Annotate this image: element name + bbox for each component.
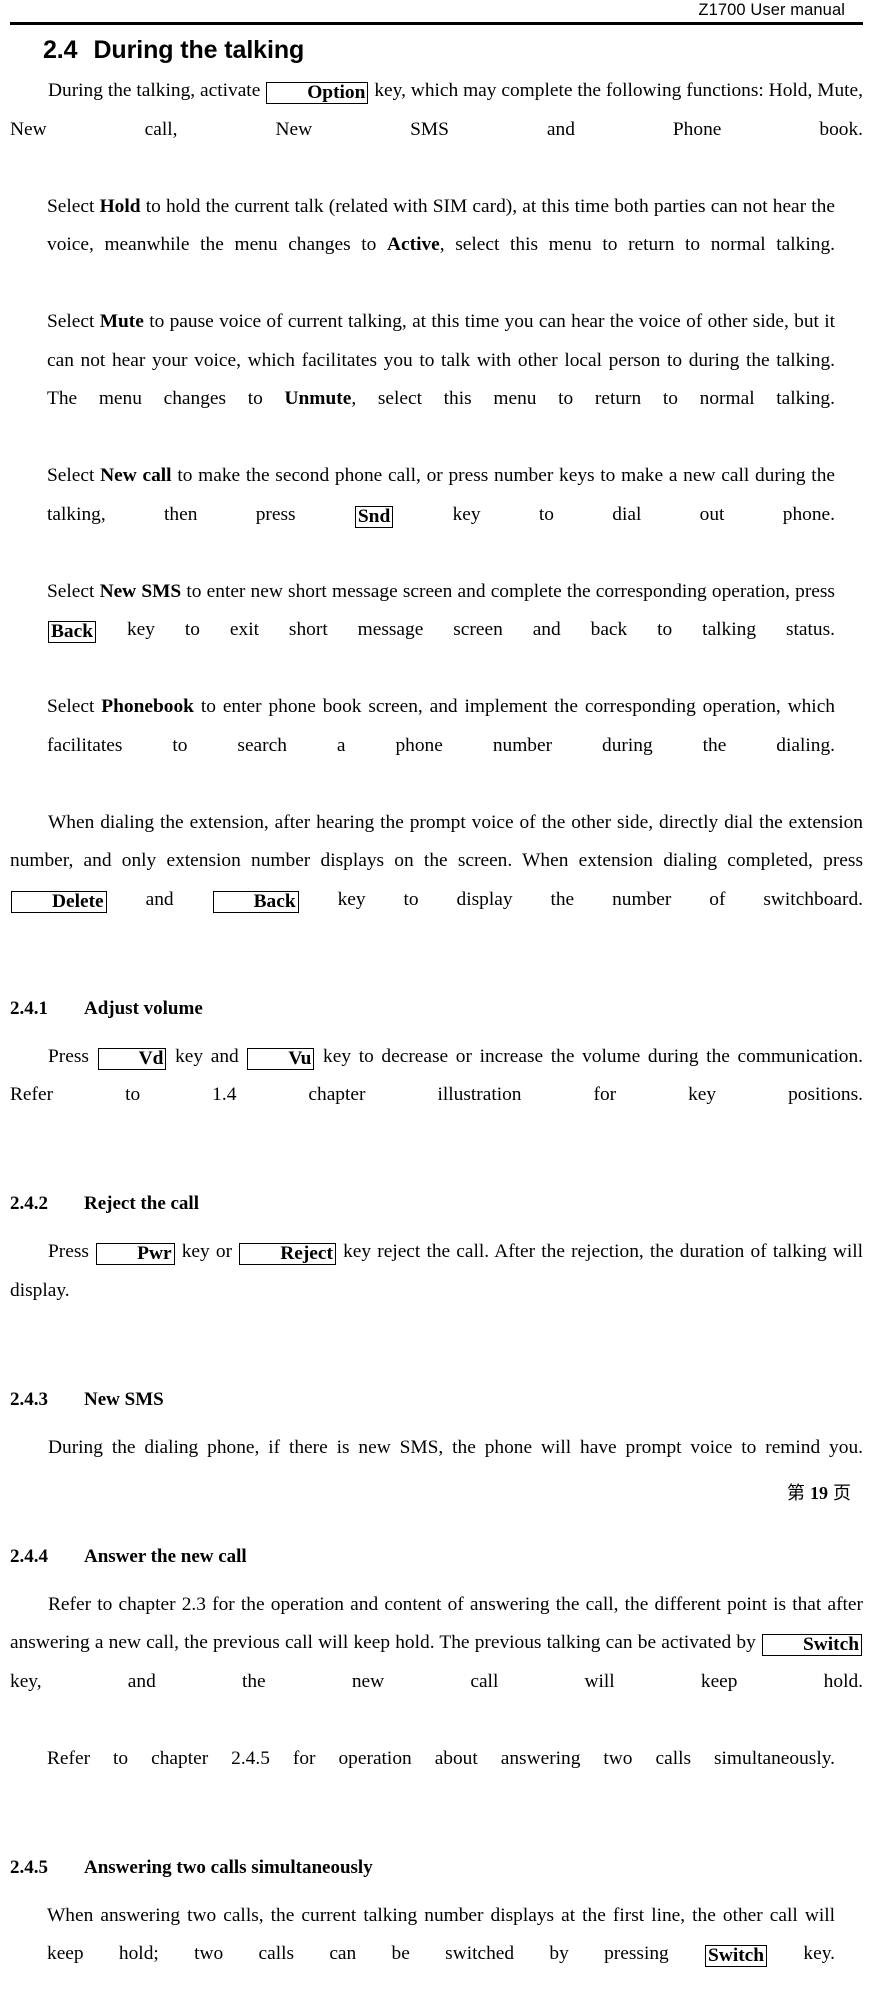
paragraph-mute: Select Mute to pause voice of current ta… — [47, 303, 835, 457]
paragraph-intro: During the talking, activate Option key,… — [10, 72, 863, 188]
subsection-number-2-4-1: 2.4.1 — [10, 996, 84, 1022]
subsection-title-2-4-5: Answering two calls simultaneously — [84, 1857, 373, 1878]
footer-page-number: 19 — [810, 1483, 828, 1503]
paragraph-phonebook: Select Phonebook to enter phone book scr… — [47, 688, 835, 804]
paragraph-new-call: Select New call to make the second phone… — [47, 457, 835, 573]
term-hold: Hold — [100, 196, 141, 217]
subsection-title-2-4-4: Answer the new call — [84, 1546, 247, 1567]
new-sms-lead: Select — [47, 581, 94, 602]
paragraph-new-sms: Select New SMS to enter new short messag… — [47, 573, 835, 689]
term-new-call: New call — [100, 465, 171, 486]
key-vd: Vd — [98, 1048, 167, 1070]
running-header-title: Z1700 User manual — [698, 1, 845, 19]
spacer — [10, 1881, 863, 1897]
subsection-title-2-4-2: Reject the call — [84, 1193, 199, 1214]
key-option: Option — [266, 82, 368, 104]
running-header: Z1700 User manual — [10, 0, 863, 22]
subsection-heading-2-4-2: 2.4.2Reject the call — [10, 1191, 863, 1217]
document-page: Z1700 User manual 2.4During the talking … — [0, 0, 873, 1511]
footer-prefix: 第 — [787, 1483, 805, 1504]
subsection-title-2-4-3: New SMS — [84, 1389, 164, 1410]
reject-call-text-mid: key or — [182, 1241, 232, 1262]
key-pwr: Pwr — [96, 1243, 174, 1265]
spacer — [10, 1349, 863, 1387]
subsection-title-2-4-1: Adjust volume — [84, 998, 203, 1019]
key-back-sms: Back — [48, 621, 96, 643]
two-calls-text-part2: key. — [803, 1943, 835, 1964]
subsection-number-2-4-4: 2.4.4 — [10, 1544, 84, 1570]
key-reject: Reject — [239, 1243, 336, 1265]
paragraph-hold: Select Hold to hold the current talk (re… — [47, 188, 835, 304]
term-mute: Mute — [100, 311, 144, 332]
key-switch-answer: Switch — [762, 1634, 862, 1656]
subsection-heading-2-4-1: 2.4.1Adjust volume — [10, 996, 863, 1022]
adjust-volume-text-mid: key and — [175, 1046, 239, 1067]
footer-suffix: 页 — [833, 1483, 851, 1504]
mute-lead: Select — [47, 311, 94, 332]
paragraph-answer-new-call: Refer to chapter 2.3 for the operation a… — [10, 1586, 863, 1740]
subsection-number-2-4-3: 2.4.3 — [10, 1387, 84, 1413]
paragraph-adjust-volume: Press Vd key and Vu key to decrease or i… — [10, 1038, 863, 1154]
key-vu: Vu — [247, 1048, 314, 1070]
subsection-heading-2-4-4: 2.4.4Answer the new call — [10, 1544, 863, 1570]
spacer — [10, 1022, 863, 1038]
reject-call-text-part1: Press — [48, 1241, 89, 1262]
new-sms-notify-text: During the dialing phone, if there is ne… — [48, 1437, 863, 1458]
adjust-volume-text-part1: Press — [48, 1046, 89, 1067]
spacer — [10, 1153, 863, 1191]
extension-text-part2: key to display the number of switchboard… — [338, 889, 863, 910]
hold-text-part2: , select this menu to return to normal t… — [440, 234, 835, 255]
term-new-sms: New SMS — [100, 581, 182, 602]
answer-new-call-text-part1: Refer to chapter 2.3 for the operation a… — [10, 1594, 863, 1654]
refer-2-4-5-text: Refer to chapter 2.4.5 for operation abo… — [47, 1748, 835, 1769]
spacer — [10, 1817, 863, 1855]
key-switch-two-calls: Switch — [705, 1945, 767, 1967]
spacer — [10, 958, 863, 996]
extension-text-part1: When dialing the extension, after hearin… — [10, 812, 863, 872]
new-call-lead: Select — [47, 465, 94, 486]
answer-new-call-text-part2: key, and the new call will keep hold. — [10, 1671, 863, 1692]
new-call-text-part2: key to dial out phone. — [453, 504, 835, 525]
key-snd: Snd — [355, 506, 393, 528]
paragraph-extension-dialing: When dialing the extension, after hearin… — [10, 804, 863, 958]
key-delete: Delete — [11, 891, 107, 913]
paragraph-two-calls: When answering two calls, the current ta… — [47, 1897, 835, 2012]
new-sms-text-part2: key to exit short message screen and bac… — [127, 619, 835, 640]
paragraph-new-sms-notify: During the dialing phone, if there is ne… — [10, 1429, 863, 1506]
term-unmute: Unmute — [285, 388, 352, 409]
paragraph-reject-call: Press Pwr key or Reject key reject the c… — [10, 1233, 863, 1349]
header-divider — [10, 22, 863, 25]
section-title: During the talking — [93, 36, 304, 64]
section-heading-2-4: 2.4 During the talking — [10, 34, 863, 66]
subsection-heading-2-4-3: 2.4.3New SMS — [10, 1387, 863, 1413]
spacer — [10, 1570, 863, 1586]
subsection-heading-2-4-5: 2.4.5Answering two calls simultaneously — [10, 1855, 863, 1881]
mute-text-part2: , select this menu to return to normal t… — [351, 388, 835, 409]
hold-lead: Select — [47, 196, 94, 217]
subsection-number-2-4-2: 2.4.2 — [10, 1191, 84, 1217]
extension-text-mid: and — [146, 889, 174, 910]
new-sms-text-part1: to enter new short message screen and co… — [186, 581, 835, 602]
spacer — [10, 1413, 863, 1429]
spacer — [10, 1217, 863, 1233]
key-back-extension: Back — [213, 891, 299, 913]
spacer — [10, 1506, 863, 1544]
paragraph-refer-2-4-5: Refer to chapter 2.4.5 for operation abo… — [47, 1740, 835, 1817]
subsection-number-2-4-5: 2.4.5 — [10, 1855, 84, 1881]
phonebook-lead: Select — [47, 696, 94, 717]
term-phonebook: Phonebook — [101, 696, 194, 717]
term-active: Active — [387, 234, 440, 255]
page-footer: 第19页 — [787, 1482, 851, 1505]
section-number: 2.4 — [43, 36, 77, 64]
intro-text-part1: During the talking, activate — [48, 80, 260, 101]
